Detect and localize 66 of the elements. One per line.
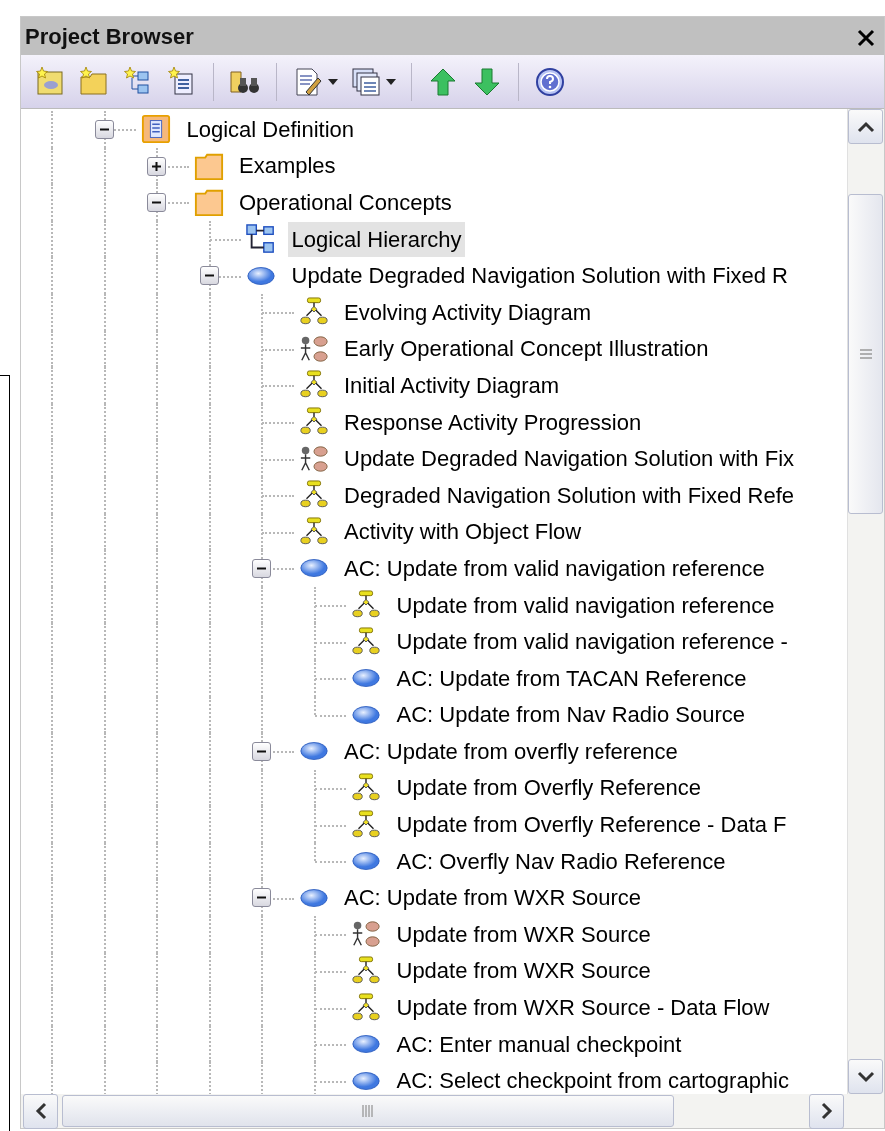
collapse-toggle[interactable]	[252, 742, 271, 762]
tree-item[interactable]: Update Degraded Navigation Solution with Fix	[340, 441, 799, 477]
tree-item[interactable]: Response Activity Progression	[340, 404, 646, 440]
tree-item[interactable]: AC: Update from TACAN Reference	[392, 660, 751, 696]
tree-item[interactable]: Update from valid navigation reference	[392, 587, 779, 623]
tree-item[interactable]: AC: Update from valid navigation reference	[340, 550, 769, 586]
expand-toggle[interactable]	[147, 156, 166, 176]
close-icon	[856, 28, 876, 49]
collapse-toggle[interactable]	[252, 888, 271, 908]
tree-item[interactable]: Initial Activity Diagram	[340, 367, 564, 403]
tree-item[interactable]: Logical Hierarchy	[287, 221, 466, 257]
tree-item[interactable]: Update from WXR Source	[392, 916, 655, 952]
scroll-down-button[interactable]	[848, 1059, 883, 1094]
scroll-left-button[interactable]	[23, 1093, 58, 1129]
scroll-right-button[interactable]	[809, 1093, 844, 1129]
tree-item[interactable]: Evolving Activity Diagram	[340, 294, 595, 330]
activity-icon	[298, 516, 329, 547]
package-icon	[141, 114, 172, 145]
plus-icon	[151, 160, 162, 172]
collapse-toggle[interactable]	[252, 559, 271, 579]
tree-item[interactable]: AC: Update from Nav Radio Source	[392, 697, 749, 733]
actor-and-ellipses-icon	[351, 919, 382, 950]
tree-item[interactable]: Update from WXR Source - Data Flow	[392, 990, 774, 1026]
stacked-windows-icon	[350, 65, 382, 98]
tree-item[interactable]: AC: Overfly Nav Radio Reference	[392, 843, 730, 879]
new-model-icon	[34, 65, 66, 98]
tree-item[interactable]: AC: Update from WXR Source	[340, 880, 646, 916]
tree-item[interactable]: Update from valid navigation reference -	[392, 624, 792, 660]
activity-icon	[351, 809, 382, 840]
right-chevron-icon	[820, 1102, 833, 1120]
tree-item[interactable]: Early Operational Concept Illustration	[340, 331, 713, 367]
left-chevron-icon	[34, 1102, 47, 1120]
new-folder-icon	[78, 65, 110, 98]
actor-and-ellipses-icon	[298, 443, 329, 474]
caret-icon	[386, 78, 396, 85]
collapse-toggle[interactable]	[199, 266, 219, 286]
tree-item[interactable]: Activity with Object Flow	[340, 514, 586, 550]
tree-item[interactable]: Degraded Navigation Solution with Fixed Refe	[340, 477, 799, 513]
tree-item[interactable]: AC: Enter manual checkpoint	[392, 1026, 686, 1062]
panel-title: Project Browser	[25, 22, 194, 51]
scroll-thumb[interactable]	[848, 194, 883, 514]
activity-icon	[351, 955, 382, 986]
collapse-toggle[interactable]	[94, 120, 114, 139]
tree-item[interactable]: Update from Overfly Reference	[392, 770, 705, 806]
tree-item[interactable]: Examples	[235, 148, 340, 184]
actor-and-ellipses-icon	[298, 333, 329, 364]
tree-item[interactable]: Update Degraded Navigation Solution with Fixed R	[287, 258, 792, 294]
down-chevron-icon	[856, 1070, 875, 1083]
caret-icon	[328, 78, 338, 85]
tree-item[interactable]: Update from Overfly Reference - Data F	[392, 807, 791, 843]
up-chevron-icon	[856, 120, 875, 133]
scroll-up-button[interactable]	[848, 109, 883, 144]
hierarchy-icon	[246, 224, 277, 255]
collapse-toggle[interactable]	[147, 193, 166, 213]
tree-item[interactable]: Update from WXR Source	[392, 953, 655, 989]
activity-icon	[351, 590, 382, 620]
tree-item[interactable]: AC: Update from overfly reference	[340, 733, 682, 769]
activity-icon	[351, 626, 382, 657]
activity-icon	[351, 773, 382, 803]
scroll-thumb[interactable]	[62, 1095, 674, 1127]
tree-item[interactable]: AC: Select checkpoint from cartographic	[392, 1063, 793, 1094]
folder-icon	[193, 187, 224, 218]
activity-icon	[351, 992, 382, 1023]
tree-item[interactable]: Logical Definition	[182, 111, 359, 147]
help-icon	[534, 65, 566, 98]
tree-item[interactable]: Operational Concepts	[235, 185, 456, 220]
